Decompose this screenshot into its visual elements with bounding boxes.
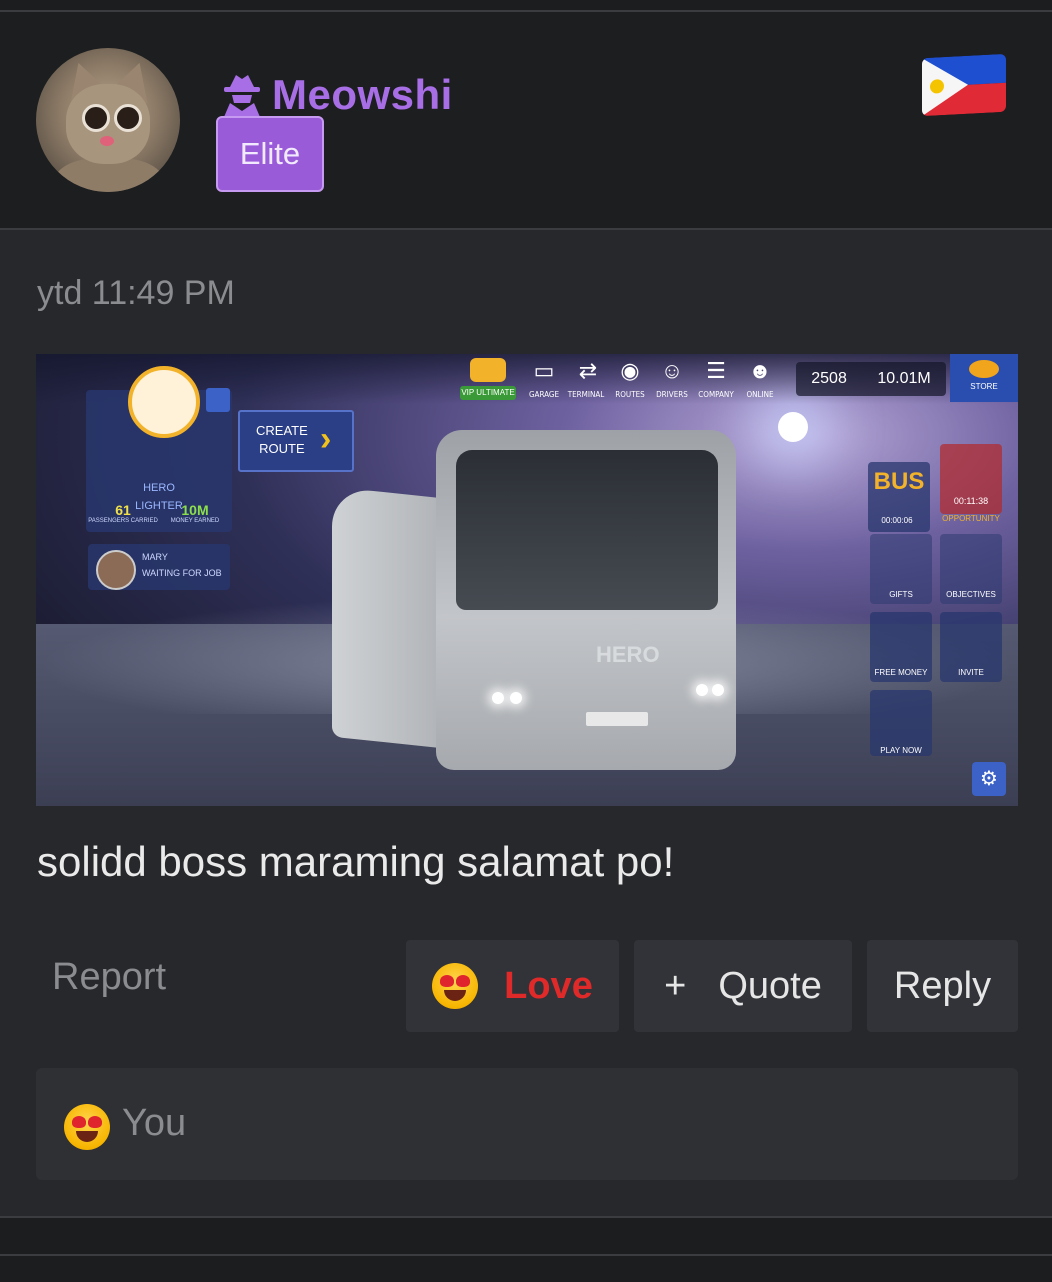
driver-mary: MARY WAITING FOR JOB <box>88 544 230 590</box>
quote-button[interactable]: + Quote <box>634 940 852 1032</box>
reply-button[interactable]: Reply <box>867 940 1018 1032</box>
love-button[interactable]: Love <box>406 940 619 1032</box>
top-divider <box>0 0 1052 12</box>
building-icon: ☰ <box>706 358 726 383</box>
avatar[interactable] <box>36 48 180 192</box>
currency-bar: 2508 10.01M <box>796 362 946 396</box>
reactions-bar[interactable]: You <box>36 1068 1018 1180</box>
post-timestamp[interactable]: ytd 11:49 PM <box>37 274 235 313</box>
bus-icon: ▭ <box>533 358 555 383</box>
post-header: Meowshi Elite <box>0 12 1052 230</box>
report-link[interactable]: Report <box>52 956 166 999</box>
quote-label: Quote <box>718 964 822 1007</box>
username-text: Meowshi <box>272 71 453 118</box>
pin-icon: ◉ <box>620 358 640 383</box>
gear-icon: ⚙ <box>972 762 1006 796</box>
store-icon: STORE <box>950 354 1018 402</box>
user-rank-badge: Elite <box>216 116 324 192</box>
reply-label: Reply <box>893 964 992 1007</box>
attached-image[interactable]: VIP ULTIMATE ▭ GARAGE ⇄ TERMINAL ◉ ROUTE… <box>36 354 1018 806</box>
heart-eyes-icon <box>64 1104 110 1150</box>
vip-crown-icon: VIP ULTIMATE <box>460 358 516 400</box>
people-icon: ☻ <box>748 358 772 383</box>
create-route-button: CREATE ROUTE › <box>238 410 354 472</box>
plus-icon: + <box>664 964 687 1007</box>
username-link[interactable]: Meowshi <box>222 68 453 122</box>
reaction-users: You <box>122 1102 187 1144</box>
chevron-right-icon: › <box>320 420 332 458</box>
edit-icon <box>206 388 230 412</box>
driver-icon: ☺ <box>660 358 684 383</box>
love-label: Love <box>504 964 593 1007</box>
spy-icon <box>224 75 260 117</box>
post-message: solidd boss maraming salamat po! <box>37 838 675 885</box>
heart-eyes-icon <box>432 963 479 1009</box>
philippines-flag-icon <box>922 53 1006 117</box>
bottom-divider <box>0 1216 1052 1282</box>
player-avatar <box>128 366 200 438</box>
opportunity-tile: 00:11:38 <box>940 444 1002 514</box>
signpost-icon: ⇄ <box>578 358 598 383</box>
